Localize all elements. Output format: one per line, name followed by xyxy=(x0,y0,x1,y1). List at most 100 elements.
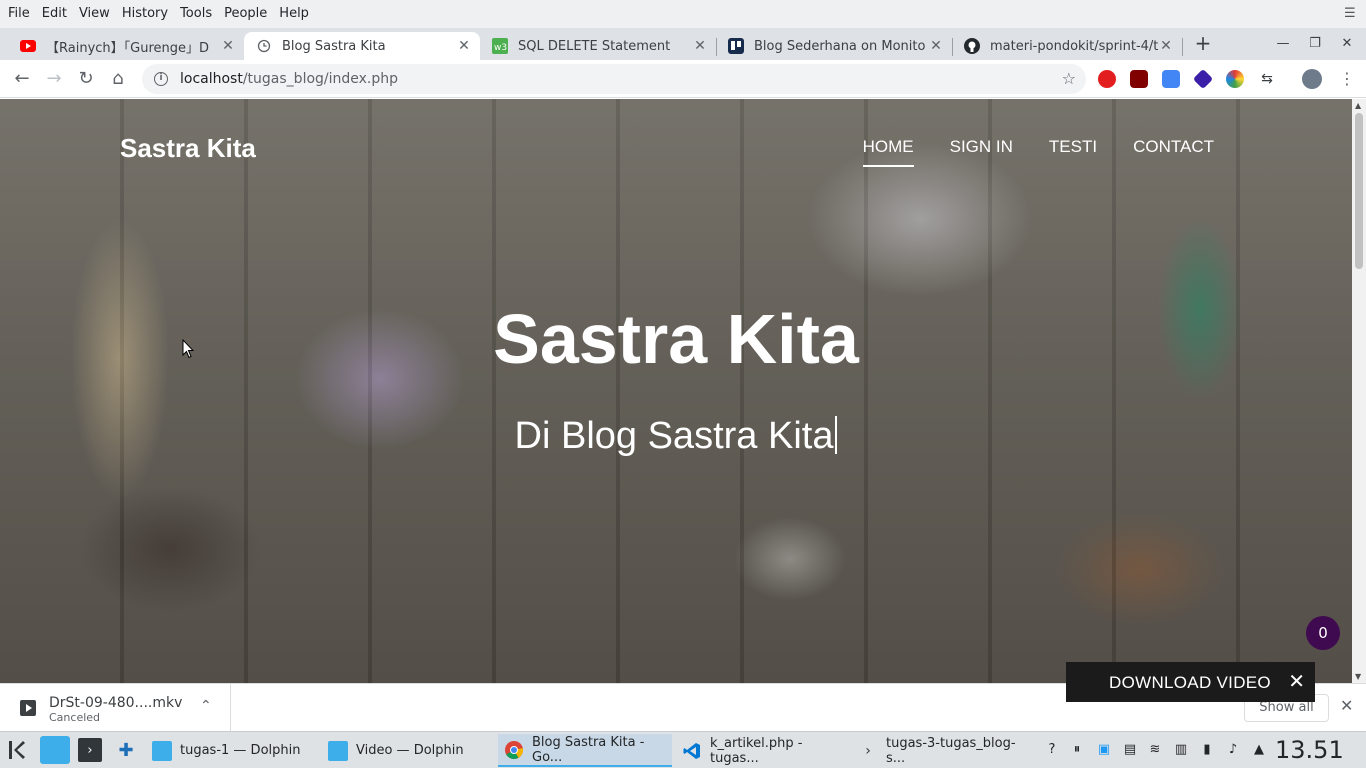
tab-blog-sastra-kita[interactable]: Blog Sastra Kita ✕ xyxy=(244,32,480,60)
help-icon[interactable]: ? xyxy=(1044,742,1060,758)
pause-icon[interactable]: ⏸ xyxy=(1069,742,1085,758)
download-video-label: DOWNLOAD VIDEO xyxy=(1109,673,1271,692)
clock[interactable]: 13.51 xyxy=(1275,736,1344,764)
reload-icon[interactable]: ↻ xyxy=(75,68,97,90)
url-path: /tugas_blog/index.php xyxy=(242,71,399,87)
plasma-launcher-icon[interactable]: ✚ xyxy=(114,738,138,762)
scrollbar-thumb[interactable] xyxy=(1355,113,1363,269)
minimize-icon[interactable]: — xyxy=(1272,33,1294,55)
tab-github[interactable]: materi-pondokit/sprint-4/t ✕ xyxy=(952,32,1182,60)
tab-divider xyxy=(716,38,717,56)
tab-divider xyxy=(952,38,953,56)
task-konsole[interactable]: › tugas-3-tugas_blog-s... xyxy=(852,734,1032,767)
hero-title: Sastra Kita xyxy=(493,300,859,378)
close-tab-icon[interactable]: ✕ xyxy=(692,38,708,54)
device-icon[interactable]: ▥ xyxy=(1173,742,1189,758)
menu-history[interactable]: History xyxy=(116,0,174,28)
chrome-menu-icon[interactable]: ⋮ xyxy=(1336,68,1358,90)
close-tab-icon[interactable]: ✕ xyxy=(928,38,944,54)
notification-badge[interactable]: 0 xyxy=(1306,616,1340,650)
battery-icon[interactable]: ▮ xyxy=(1199,742,1215,758)
task-label: k_artikel.php - tugas... xyxy=(710,735,803,766)
menu-tools[interactable]: Tools xyxy=(174,0,218,28)
task-vscode[interactable]: k_artikel.php - tugas... xyxy=(676,734,848,767)
back-arrow-icon[interactable]: ← xyxy=(11,68,33,90)
address-bar[interactable]: i localhost/tugas_blog/index.php ☆ xyxy=(142,64,1086,94)
screen-share-icon[interactable]: ▣ xyxy=(1096,742,1112,758)
ublock-extension-icon[interactable] xyxy=(1130,70,1148,88)
app-launcher-icon[interactable] xyxy=(6,738,30,762)
download-video-overlay[interactable]: DOWNLOAD VIDEO ✕ xyxy=(1066,662,1315,702)
url-host: localhost xyxy=(180,71,243,87)
forward-arrow-icon[interactable]: → xyxy=(43,68,65,90)
scroll-down-icon[interactable]: ▼ xyxy=(1355,672,1361,681)
restore-icon[interactable]: ❐ xyxy=(1304,33,1326,55)
hero-section: Sastra Kita HOME SIGN IN TESTI CONTACT S… xyxy=(0,99,1352,683)
nav-home[interactable]: HOME xyxy=(862,137,914,167)
w3schools-icon: w3 xyxy=(492,38,508,54)
task-label: tugas-1 — Dolphin xyxy=(180,743,301,758)
terminal-launcher-icon[interactable]: › xyxy=(78,738,102,762)
task-dolphin-video[interactable]: Video — Dolphin xyxy=(322,734,494,767)
tab-youtube[interactable]: 【Rainych】「Gurenge」D ✕ xyxy=(8,32,244,60)
nav-sign-in[interactable]: SIGN IN xyxy=(950,137,1013,167)
youtube-icon xyxy=(20,38,36,54)
window-menu-icon[interactable]: ☰ xyxy=(1344,6,1358,21)
adblock-extension-icon[interactable] xyxy=(1098,70,1116,88)
task-label: Video — Dolphin xyxy=(356,743,464,758)
dolphin-launcher-icon[interactable] xyxy=(40,736,70,764)
diamond-extension-icon[interactable] xyxy=(1192,68,1214,90)
bookmark-star-icon[interactable]: ☆ xyxy=(1062,69,1076,88)
task-dolphin-tugas-1[interactable]: tugas-1 — Dolphin xyxy=(146,734,316,767)
close-tab-icon[interactable]: ✕ xyxy=(456,38,472,54)
new-tab-button[interactable]: + xyxy=(1192,33,1214,55)
browser-toolbar: ← → ↻ ⌂ i localhost/tugas_blog/index.php… xyxy=(0,60,1366,98)
mouse-pointer-icon xyxy=(182,339,194,359)
share-extension-icon[interactable]: ⇆ xyxy=(1258,70,1276,88)
site-info-icon[interactable]: i xyxy=(154,72,168,86)
chevron-up-icon[interactable]: ⌃ xyxy=(200,698,212,714)
site-nav: HOME SIGN IN TESTI CONTACT xyxy=(827,137,1214,167)
clipboard-icon[interactable]: ▤ xyxy=(1122,742,1138,758)
close-overlay-icon[interactable]: ✕ xyxy=(1288,669,1305,694)
nav-contact[interactable]: CONTACT xyxy=(1133,137,1214,167)
close-download-shelf-icon[interactable]: ✕ xyxy=(1340,696,1353,715)
download-filename: DrSt-09-480....mkv xyxy=(49,695,183,711)
tab-title: 【Rainych】「Gurenge」D xyxy=(46,40,210,56)
tab-title: materi-pondokit/sprint-4/t xyxy=(990,38,1158,54)
menu-view[interactable]: View xyxy=(73,0,116,28)
chrome-icon xyxy=(504,740,524,760)
color-picker-extension-icon[interactable] xyxy=(1226,70,1244,88)
tab-title: Blog Sederhana on Monito xyxy=(754,38,926,54)
hero-subtitle-wrap: Di Blog Sastra Kita xyxy=(0,415,1352,458)
tab-title: SQL DELETE Statement xyxy=(518,38,671,54)
menu-file[interactable]: File xyxy=(2,0,36,28)
tab-strip: 【Rainych】「Gurenge」D ✕ Blog Sastra Kita ✕… xyxy=(0,28,1366,60)
tray-expand-icon[interactable]: ▲ xyxy=(1251,742,1267,758)
menu-help[interactable]: Help xyxy=(273,0,315,28)
close-tab-icon[interactable]: ✕ xyxy=(1158,38,1174,54)
folder-icon xyxy=(328,740,348,761)
download-item[interactable]: DrSt-09-480....mkv Canceled ⌃ xyxy=(0,684,231,731)
tab-trello[interactable]: Blog Sederhana on Monito ✕ xyxy=(716,32,952,60)
wifi-icon[interactable]: ≋ xyxy=(1147,742,1163,758)
volume-icon[interactable]: ♪ xyxy=(1225,742,1241,758)
tab-sql-delete[interactable]: w3 SQL DELETE Statement ✕ xyxy=(480,32,716,60)
home-icon[interactable]: ⌂ xyxy=(107,68,129,90)
task-label: Blog Sastra Kita - Go... xyxy=(532,734,645,765)
scroll-up-icon[interactable]: ▲ xyxy=(1355,101,1361,110)
close-window-icon[interactable]: ✕ xyxy=(1336,33,1358,55)
nav-testi[interactable]: TESTI xyxy=(1049,137,1097,167)
menu-edit[interactable]: Edit xyxy=(36,0,73,28)
page-scrollbar[interactable]: ▲ ▼ xyxy=(1352,99,1366,683)
task-chrome[interactable]: Blog Sastra Kita - Go... xyxy=(498,734,672,767)
close-tab-icon[interactable]: ✕ xyxy=(220,38,236,54)
github-icon xyxy=(964,38,980,54)
typing-cursor xyxy=(835,416,838,454)
menu-people[interactable]: People xyxy=(218,0,273,28)
video-file-icon xyxy=(20,700,36,716)
translate-extension-icon[interactable] xyxy=(1162,70,1180,88)
profile-avatar[interactable] xyxy=(1302,69,1322,89)
site-brand[interactable]: Sastra Kita xyxy=(120,133,256,164)
task-label: tugas-3-tugas_blog-s... xyxy=(886,735,1016,766)
